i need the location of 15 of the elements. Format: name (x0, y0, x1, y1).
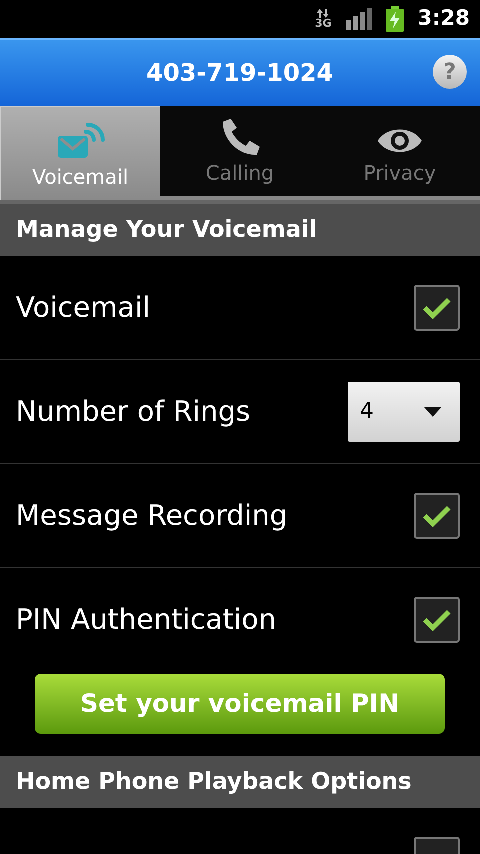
tab[interactable]: Voicemail (0, 106, 160, 200)
help-button[interactable]: ? (433, 55, 467, 89)
tab[interactable]: Calling (160, 106, 320, 200)
clock-time: 3:28 (418, 5, 470, 32)
network-type: 3G (315, 18, 332, 29)
rings-dropdown[interactable]: 4 (348, 382, 460, 442)
setting-label: Message Recording (16, 498, 288, 534)
setting-label: PIN Authentication (16, 602, 277, 638)
setting-label: Number of Rings (16, 394, 251, 430)
set-pin-button[interactable]: Set your voicemail PIN (35, 674, 445, 734)
phone-number-title: 403-719-1024 (146, 58, 334, 89)
setting-label: Voicemail (16, 290, 151, 326)
section-header: Home Phone Playback Options (0, 756, 480, 808)
section-header: Manage Your Voicemail (0, 204, 480, 256)
tab[interactable]: Privacy (320, 106, 480, 200)
